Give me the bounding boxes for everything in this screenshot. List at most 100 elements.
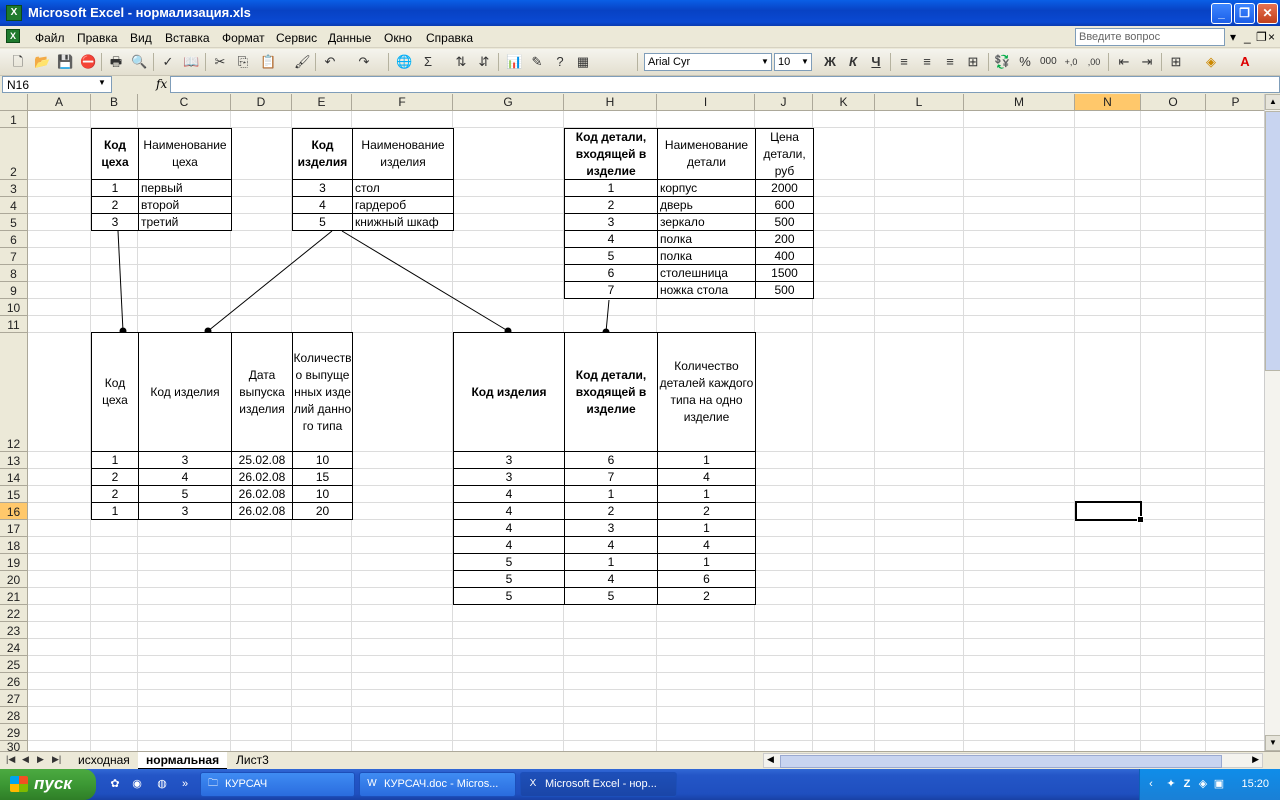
- font-size-combo[interactable]: 10 ▼: [774, 53, 812, 71]
- column-header-d[interactable]: D: [231, 94, 292, 111]
- namebox-dropdown-icon[interactable]: ▼: [98, 78, 106, 87]
- horizontal-scrollbar[interactable]: ◀ ▶: [763, 753, 1263, 768]
- firefox-icon[interactable]: ◍: [155, 777, 169, 791]
- comma-style-icon[interactable]: 000: [1040, 54, 1057, 70]
- tray-app-icon[interactable]: ◈: [1196, 777, 1210, 791]
- align-right-icon[interactable]: ≡: [942, 54, 958, 70]
- row-header-1[interactable]: 1: [0, 111, 28, 128]
- horizontal-scroll-thumb[interactable]: [780, 755, 1222, 768]
- underline-button[interactable]: Ч: [868, 54, 884, 70]
- new-icon[interactable]: 🗋: [10, 54, 26, 70]
- row-header-8[interactable]: 8: [0, 265, 28, 282]
- column-header-g[interactable]: G: [453, 94, 564, 111]
- maximize-button[interactable]: ❐: [1234, 3, 1255, 24]
- active-cell-cursor[interactable]: [1075, 501, 1144, 523]
- menu-tools[interactable]: Сервис: [276, 31, 317, 45]
- research-icon[interactable]: 📖: [183, 54, 199, 70]
- spelling-icon[interactable]: ✓: [160, 54, 176, 70]
- column-header-n[interactable]: N: [1075, 94, 1141, 111]
- paste-icon[interactable]: 📋: [260, 54, 276, 70]
- tray-app-icon[interactable]: ✦: [1164, 777, 1178, 791]
- menu-help[interactable]: Справка: [426, 31, 473, 45]
- vertical-scrollbar[interactable]: ▲ ▼: [1264, 94, 1280, 751]
- align-center-icon[interactable]: ≡: [919, 54, 935, 70]
- row-header-10[interactable]: 10: [0, 299, 28, 316]
- save-icon[interactable]: 💾: [57, 54, 73, 70]
- merge-center-icon[interactable]: ⊞: [965, 54, 981, 70]
- last-sheet-icon[interactable]: ▶|: [52, 754, 61, 765]
- worksheet-grid[interactable]: Код цеха Наименование цеха 1 первый 2 вт…: [28, 111, 1264, 751]
- vertical-scroll-thumb[interactable]: [1265, 111, 1280, 371]
- row-header-23[interactable]: 23: [0, 622, 28, 639]
- row-header-27[interactable]: 27: [0, 690, 28, 707]
- insert-function-icon[interactable]: fx: [156, 77, 167, 91]
- scroll-left-icon[interactable]: ◀: [767, 754, 774, 765]
- row-header-13[interactable]: 13: [0, 452, 28, 469]
- row-header-25[interactable]: 25: [0, 656, 28, 673]
- tray-expand-icon[interactable]: ‹: [1144, 777, 1158, 791]
- row-header-21[interactable]: 21: [0, 588, 28, 605]
- minimize-button[interactable]: _: [1211, 3, 1232, 24]
- scroll-right-icon[interactable]: ▶: [1252, 754, 1259, 765]
- excel-app-icon[interactable]: X: [6, 5, 22, 21]
- scroll-up-icon[interactable]: ▲: [1265, 94, 1280, 110]
- quicklaunch-icon[interactable]: ◉: [130, 777, 144, 791]
- first-sheet-icon[interactable]: |◀: [6, 754, 15, 765]
- column-header-m[interactable]: M: [964, 94, 1075, 111]
- row-header-26[interactable]: 26: [0, 673, 28, 690]
- autosum-icon[interactable]: Σ: [420, 54, 436, 70]
- decrease-decimal-icon[interactable]: ,00: [1086, 54, 1102, 70]
- row-header-18[interactable]: 18: [0, 537, 28, 554]
- font-color-icon[interactable]: A: [1237, 54, 1253, 70]
- row-header-22[interactable]: 22: [0, 605, 28, 622]
- italic-button[interactable]: К: [845, 54, 861, 70]
- doc-close-icon[interactable]: ×: [1268, 30, 1275, 44]
- open-icon[interactable]: 📂: [34, 54, 50, 70]
- formula-input[interactable]: [170, 76, 1280, 93]
- row-header-9[interactable]: 9: [0, 282, 28, 299]
- row-header-17[interactable]: 17: [0, 520, 28, 537]
- taskbar-excel-button[interactable]: X Microsoft Excel - нор...: [520, 772, 677, 797]
- column-header-h[interactable]: H: [564, 94, 657, 111]
- close-button[interactable]: ✕: [1257, 3, 1278, 24]
- tab-sheet-normal[interactable]: нормальная: [138, 752, 228, 769]
- column-header-i[interactable]: I: [657, 94, 755, 111]
- menu-data[interactable]: Данные: [328, 31, 371, 45]
- borders-icon[interactable]: ⊞: [1168, 54, 1184, 70]
- chevron-down-icon[interactable]: ▼: [759, 54, 771, 70]
- fill-color-icon[interactable]: ◈: [1203, 54, 1219, 70]
- doc-restore-icon[interactable]: ❐: [1256, 30, 1267, 44]
- row-header-28[interactable]: 28: [0, 707, 28, 724]
- tab-sheet-source[interactable]: исходная: [70, 752, 138, 769]
- tray-z-icon[interactable]: Z: [1180, 777, 1194, 791]
- row-header-14[interactable]: 14: [0, 469, 28, 486]
- increase-decimal-icon[interactable]: +,0: [1063, 54, 1079, 70]
- permission-icon[interactable]: ⛔: [80, 54, 96, 70]
- taskbar-word-button[interactable]: W КУРСАЧ.doc - Micros...: [359, 772, 516, 797]
- row-header-3[interactable]: 3: [0, 180, 28, 197]
- row-header-24[interactable]: 24: [0, 639, 28, 656]
- cut-icon[interactable]: ✂: [212, 54, 228, 70]
- toolbar-options-icon[interactable]: ▦: [575, 54, 591, 70]
- row-header-5[interactable]: 5: [0, 214, 28, 231]
- column-header-f[interactable]: F: [352, 94, 453, 111]
- column-header-c[interactable]: C: [138, 94, 231, 111]
- start-button[interactable]: пуск: [0, 769, 96, 800]
- column-header-b[interactable]: B: [91, 94, 138, 111]
- menu-edit[interactable]: Правка: [77, 31, 118, 45]
- hyperlink-icon[interactable]: 🌐: [396, 54, 412, 70]
- next-sheet-icon[interactable]: ▶: [37, 754, 44, 765]
- tab-sheet-3[interactable]: Лист3: [228, 752, 277, 769]
- align-left-icon[interactable]: ≡: [896, 54, 912, 70]
- scroll-down-icon[interactable]: ▼: [1265, 735, 1280, 751]
- row-header-29[interactable]: 29: [0, 724, 28, 741]
- redo-icon[interactable]: ↷: [356, 54, 372, 70]
- menu-format[interactable]: Формат: [222, 31, 265, 45]
- percent-icon[interactable]: %: [1017, 54, 1033, 70]
- print-icon[interactable]: 🖶: [108, 54, 124, 70]
- ask-question-input[interactable]: Введите вопрос: [1075, 28, 1225, 46]
- column-header-j[interactable]: J: [755, 94, 813, 111]
- sort-ascending-icon[interactable]: ⇅: [453, 54, 469, 70]
- column-header-a[interactable]: A: [28, 94, 91, 111]
- column-header-p[interactable]: P: [1206, 94, 1266, 111]
